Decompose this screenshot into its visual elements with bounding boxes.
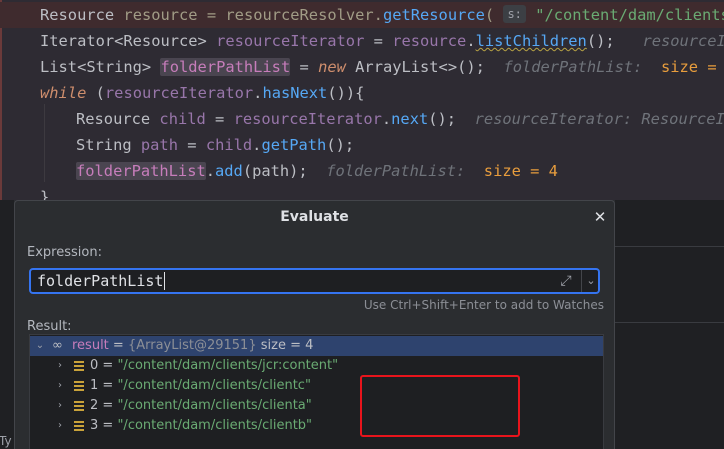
field-icon	[74, 361, 84, 371]
code-line-1[interactable]: Resource resource = resourceResolver.get…	[0, 2, 724, 28]
code-line-3[interactable]: List<String> folderPathList = new ArrayL…	[0, 54, 724, 80]
watch-hint: Use Ctrl+Shift+Enter to add to Watches	[363, 298, 604, 312]
panel-divider	[615, 246, 724, 247]
chevron-right-icon[interactable]: ›	[54, 356, 66, 376]
close-icon[interactable]: ✕	[591, 207, 609, 227]
field-icon	[74, 401, 84, 411]
parameter-hint: s:	[503, 5, 526, 23]
chevron-right-icon[interactable]: ›	[54, 396, 66, 416]
highlighted-variable: folderPathList	[160, 58, 291, 76]
code-line-5[interactable]: Resource child = resourceIterator.next()…	[0, 106, 724, 132]
evaluate-dialog: Evaluate ✕ Expression: folderPathList ⤢ …	[14, 200, 615, 449]
chevron-right-icon[interactable]: ›	[54, 416, 66, 436]
result-name: result	[72, 338, 109, 353]
expression-label: Expression:	[27, 245, 102, 260]
type-token: Resource	[40, 6, 115, 24]
inline-debug-hint: resourceIterator: ResourceIte	[474, 110, 724, 128]
bottom-left-label: Ty	[0, 434, 12, 448]
item-value: "/content/dam/clients/jcr:content"	[117, 358, 339, 373]
method-token: getResource	[382, 6, 485, 24]
code-line-6[interactable]: String path = child.getPath();	[0, 132, 724, 158]
code-line-2[interactable]: Iterator<Resource> resourceIterator = re…	[0, 28, 724, 54]
item-value: "/content/dam/clients/clienta"	[117, 398, 312, 413]
result-type: {ArrayList@29151}	[127, 338, 257, 353]
inline-debug-hint: resourceIte	[642, 32, 724, 50]
debugger-side-panel	[615, 200, 724, 449]
field-icon	[74, 381, 84, 391]
code-line-7[interactable]: folderPathList.add(path); folderPathList…	[0, 158, 724, 184]
dialog-title: Evaluate	[280, 209, 349, 225]
code-editor[interactable]: Resource resource = resourceResolver.get…	[0, 0, 724, 206]
tree-root-row[interactable]: ⌄ ∞ result = {ArrayList@29151} size = 4	[30, 336, 603, 356]
text-caret	[164, 272, 165, 290]
object-token: resourceResolver	[225, 6, 374, 24]
variable-token: resource	[123, 6, 198, 24]
result-label: Result:	[27, 319, 72, 334]
field-icon	[74, 421, 84, 431]
panel-divider	[615, 322, 724, 323]
inline-debug-hint: folderPathList: size = 4	[503, 58, 717, 76]
input-separator	[581, 270, 582, 292]
chevron-down-icon[interactable]: ⌄	[34, 336, 46, 356]
list-item[interactable]: › 0 = "/content/dam/clients/jcr:content"	[30, 356, 603, 376]
expand-icon[interactable]: ⤢	[557, 272, 575, 290]
watch-glasses-icon: ∞	[52, 338, 63, 353]
chevron-down-icon[interactable]: ⌄	[583, 271, 599, 291]
expression-value[interactable]: folderPathList	[37, 271, 163, 291]
string-literal: "/content/dam/clients"	[535, 6, 724, 24]
left-tool-strip	[0, 200, 14, 449]
item-value: "/content/dam/clients/clientc"	[117, 378, 311, 393]
expression-input[interactable]: folderPathList ⤢ ⌄	[29, 268, 600, 294]
item-value: "/content/dam/clients/clientb"	[117, 418, 313, 433]
inline-debug-hint: folderPathList: size = 4	[326, 162, 558, 180]
chevron-right-icon[interactable]: ›	[54, 376, 66, 396]
highlight-annotation-box	[360, 375, 520, 437]
operator-token: =	[206, 6, 217, 24]
result-size: size = 4	[260, 338, 314, 353]
code-line-4[interactable]: while (resourceIterator.hasNext()){	[0, 80, 724, 106]
